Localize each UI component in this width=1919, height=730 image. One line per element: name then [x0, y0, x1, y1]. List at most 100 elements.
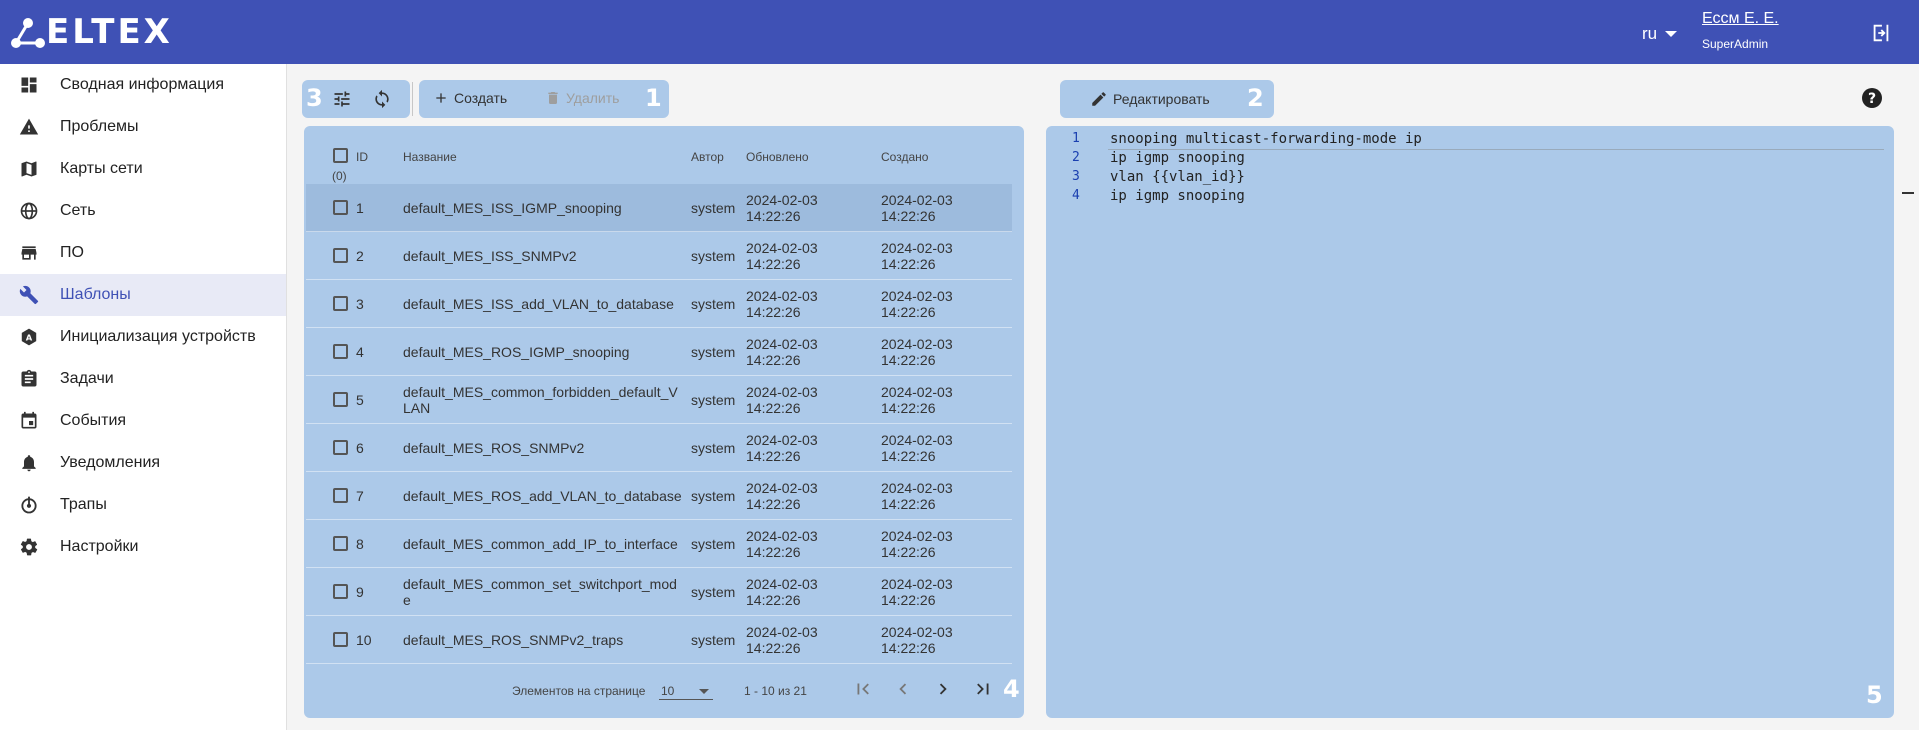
row-updated: 2024-02-03 14:22:26: [746, 576, 818, 608]
row-checkbox[interactable]: [333, 200, 348, 215]
column-settings-button[interactable]: [332, 89, 352, 109]
language-select[interactable]: ru: [1642, 24, 1678, 44]
row-updated-date: 2024-02-03: [746, 336, 818, 352]
table-row[interactable]: 8 default_MES_common_add_IP_to_interface…: [306, 520, 1012, 568]
row-checkbox[interactable]: [333, 392, 348, 407]
refresh-button[interactable]: [372, 89, 392, 109]
trash-icon: [548, 92, 558, 104]
sidebar-item-settings[interactable]: Настройки: [0, 526, 286, 568]
table-row[interactable]: 6 default_MES_ROS_SNMPv2 system 2024-02-…: [306, 424, 1012, 472]
row-updated: 2024-02-03 14:22:26: [746, 432, 818, 464]
column-header-updated[interactable]: Обновлено: [746, 150, 809, 164]
table-row[interactable]: 3 default_MES_ISS_add_VLAN_to_database s…: [306, 280, 1012, 328]
row-name-line: default_MES_ROS_SNMPv2: [403, 440, 585, 456]
create-button[interactable]: Создать: [433, 90, 507, 106]
row-author: system: [691, 440, 736, 456]
row-updated-time: 14:22:26: [746, 496, 801, 512]
per-page-select[interactable]: 10: [659, 678, 713, 700]
sidebar-item-label: Задачи: [60, 370, 114, 387]
row-updated-date: 2024-02-03: [746, 240, 818, 256]
column-header-author[interactable]: Автор: [691, 150, 724, 164]
previous-page-button[interactable]: [892, 678, 914, 703]
row-id: 8: [356, 536, 364, 552]
sidebar-item-label: Карты сети: [60, 160, 143, 177]
row-created-date: 2024-02-03: [881, 384, 953, 400]
last-page-icon: [977, 683, 989, 695]
sidebar-item-traps[interactable]: Трапы: [0, 484, 286, 526]
sidebar-item-label: Шаблоны: [60, 286, 131, 303]
sidebar-item-label: Настройки: [60, 538, 139, 555]
sidebar-item-network-maps[interactable]: Карты сети: [0, 148, 286, 190]
row-name-line: default_MES_ISS_IGMP_snooping: [403, 200, 622, 216]
row-updated-time: 14:22:26: [746, 448, 801, 464]
sidebar-item-templates[interactable]: Шаблоны: [0, 274, 286, 316]
row-created-time: 14:22:26: [881, 544, 936, 560]
row-author: system: [691, 488, 736, 504]
row-id: 6: [356, 440, 364, 456]
clipboard-icon: [18, 368, 40, 390]
table-row[interactable]: 2 default_MES_ISS_SNMPv2 system 2024-02-…: [306, 232, 1012, 280]
column-header-name[interactable]: Название: [403, 150, 457, 164]
chevron-right-icon: [939, 683, 947, 695]
sidebar-item-software[interactable]: ПО: [0, 232, 286, 274]
row-created: 2024-02-03 14:22:26: [881, 240, 953, 272]
sidebar-item-label: События: [60, 412, 127, 429]
table-row[interactable]: 4 default_MES_ROS_IGMP_snooping system 2…: [306, 328, 1012, 376]
row-created-time: 14:22:26: [881, 640, 936, 656]
row-created-time: 14:22:26: [881, 592, 936, 608]
user-name[interactable]: Ессм Е. Е.: [1702, 10, 1779, 28]
logout-button[interactable]: [1870, 22, 1892, 49]
row-id: 10: [356, 632, 372, 648]
row-id: 7: [356, 488, 364, 504]
row-checkbox[interactable]: [333, 344, 348, 359]
row-checkbox[interactable]: [333, 536, 348, 551]
line-number: 3: [1072, 169, 1080, 184]
row-checkbox[interactable]: [333, 440, 348, 455]
row-checkbox[interactable]: [333, 488, 348, 503]
row-checkbox[interactable]: [333, 584, 348, 599]
row-checkbox[interactable]: [333, 296, 348, 311]
table-row[interactable]: 5 default_MES_common_forbidden_default_V…: [306, 376, 1012, 424]
user-role: SuperAdmin: [1702, 37, 1769, 51]
last-page-button[interactable]: [972, 678, 994, 703]
row-created: 2024-02-03 14:22:26: [881, 624, 953, 656]
row-created-time: 14:22:26: [881, 256, 936, 272]
user-info[interactable]: Ессм Е. Е. SuperAdmin: [1702, 10, 1779, 51]
edit-button[interactable]: Редактировать: [1090, 90, 1210, 108]
row-name: default_MES_ROS_add_VLAN_to_database: [403, 488, 682, 504]
row-author: system: [691, 344, 736, 360]
row-author: system: [691, 296, 736, 312]
row-checkbox[interactable]: [333, 248, 348, 263]
first-page-button[interactable]: [852, 678, 874, 703]
row-checkbox[interactable]: [333, 632, 348, 647]
next-page-button[interactable]: [932, 678, 954, 703]
code-editor[interactable]: 1 snooping multicast-forwarding-mode ip …: [1046, 126, 1894, 718]
table-row[interactable]: 9 default_MES_common_set_switchport_mod e…: [306, 568, 1012, 616]
sidebar-item-problems[interactable]: Проблемы: [0, 106, 286, 148]
code-line: 3 vlan {{vlan_id}}: [1046, 169, 1894, 188]
column-header-created[interactable]: Создано: [881, 150, 928, 164]
help-button[interactable]: ?: [1860, 86, 1884, 115]
sidebar-item-tasks[interactable]: Задачи: [0, 358, 286, 400]
sidebar-item-notifications[interactable]: Уведомления: [0, 442, 286, 484]
column-header-id[interactable]: ID: [356, 150, 368, 164]
row-name: default_MES_common_add_IP_to_interface: [403, 536, 678, 552]
eltex-logo[interactable]: ELTEX: [10, 14, 173, 50]
gear-icon: [18, 536, 40, 558]
sidebar-item-label: Сводная информация: [60, 76, 224, 93]
bell-icon: [18, 452, 40, 474]
row-created-date: 2024-02-03: [881, 288, 953, 304]
sidebar-item-events[interactable]: События: [0, 400, 286, 442]
select-all-checkbox[interactable]: [333, 148, 348, 163]
delete-button-label: Удалить: [566, 90, 620, 106]
edit-button-label: Редактировать: [1113, 91, 1210, 107]
delete-button[interactable]: Удалить: [545, 90, 619, 106]
warning-icon: [18, 116, 40, 138]
sidebar-item-label: Инициализация устройств: [60, 328, 256, 345]
sidebar-item-summary[interactable]: Сводная информация: [0, 64, 286, 106]
table-row[interactable]: 7 default_MES_ROS_add_VLAN_to_database s…: [306, 472, 1012, 520]
sidebar-item-device-init[interactable]: A Инициализация устройств: [0, 316, 286, 358]
table-row[interactable]: 1 default_MES_ISS_IGMP_snooping system 2…: [306, 184, 1012, 232]
table-row[interactable]: 10 default_MES_ROS_SNMPv2_traps system 2…: [306, 616, 1012, 664]
sidebar-item-network[interactable]: Сеть: [0, 190, 286, 232]
